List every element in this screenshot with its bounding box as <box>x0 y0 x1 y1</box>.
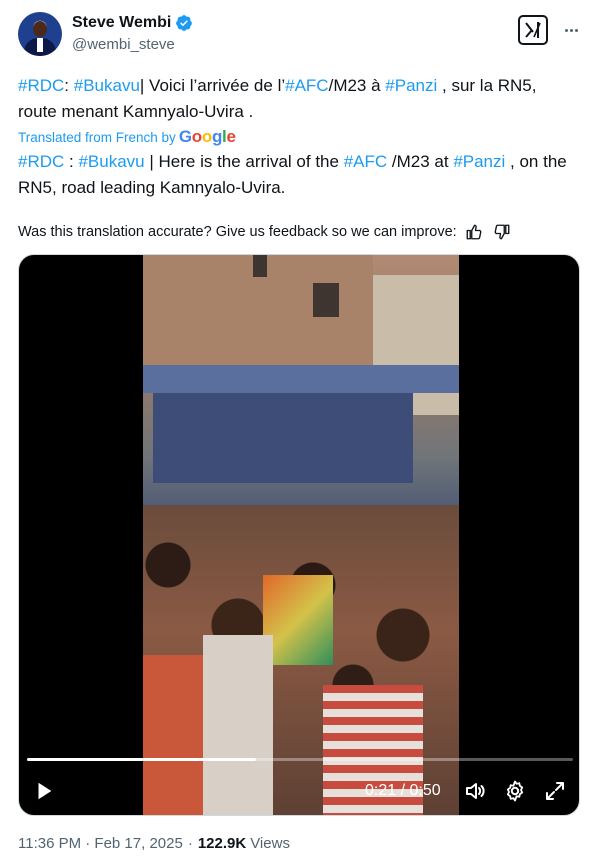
gear-icon[interactable] <box>503 779 527 803</box>
hashtag-bukavu[interactable]: #Bukavu <box>74 76 140 95</box>
video-time: 0:21 / 0:50 <box>365 782 441 799</box>
video-progress-bar[interactable] <box>27 758 573 761</box>
hashtag-panzi[interactable]: #Panzi <box>385 76 437 95</box>
post-meta: 11:36 PM · Feb 17, 2025 · 122.9K Views <box>18 835 290 852</box>
text-segment: | Here is the arrival of the <box>144 152 344 171</box>
video-progress-fill <box>27 758 257 761</box>
hashtag-rdc[interactable]: #RDC <box>18 152 64 171</box>
text-segment: /M23 à <box>328 76 386 95</box>
author-name-row[interactable]: Steve Wembi <box>72 14 193 32</box>
verified-badge-icon <box>176 15 193 31</box>
hashtag-afc[interactable]: #AFC <box>344 152 387 171</box>
author-name[interactable]: Steve Wembi <box>72 14 171 32</box>
expand-icon[interactable] <box>543 779 567 803</box>
google-logo: Google <box>178 127 236 146</box>
text-segment: : <box>64 76 74 95</box>
video-frame <box>143 255 459 815</box>
post-text-translation: #RDC : #Bukavu | Here is the arrival of … <box>18 149 578 201</box>
author-handle[interactable]: @wembi_steve <box>72 36 175 53</box>
play-icon[interactable] <box>33 780 55 802</box>
translation-feedback: Was this translation accurate? Give us f… <box>18 222 513 242</box>
thumbs-down-icon[interactable] <box>491 222 513 242</box>
grok-icon[interactable] <box>518 15 548 45</box>
hashtag-rdc[interactable]: #RDC <box>18 76 64 95</box>
view-count: 122.9K <box>197 835 247 852</box>
text-segment: : <box>64 152 79 171</box>
meta-separator: · <box>187 835 193 852</box>
post-timestamp[interactable]: 11:36 PM · Feb 17, 2025 <box>18 835 183 852</box>
hashtag-panzi[interactable]: #Panzi <box>453 152 505 171</box>
video-player[interactable]: 0:21 / 0:50 <box>18 254 580 816</box>
translated-label: Translated from French by <box>18 129 176 145</box>
text-segment: /M23 at <box>387 152 454 171</box>
feedback-text: Was this translation accurate? Give us f… <box>18 224 457 240</box>
post-header: Steve Wembi @wembi_steve <box>18 12 580 60</box>
volume-icon[interactable] <box>463 779 487 803</box>
more-icon[interactable] <box>560 19 582 41</box>
views-label: Views <box>250 835 290 852</box>
thumbs-up-icon[interactable] <box>463 222 485 242</box>
text-segment: | Voici l’arrivée de l’ <box>139 76 286 95</box>
post-text-original: #RDC: #Bukavu| Voici l’arrivée de l’#AFC… <box>18 73 578 125</box>
avatar[interactable] <box>18 12 62 56</box>
hashtag-afc[interactable]: #AFC <box>285 76 328 95</box>
hashtag-bukavu[interactable]: #Bukavu <box>78 152 144 171</box>
video-controls: 0:21 / 0:50 <box>19 773 579 809</box>
translated-by-link[interactable]: Translated from French by Google <box>18 127 236 147</box>
